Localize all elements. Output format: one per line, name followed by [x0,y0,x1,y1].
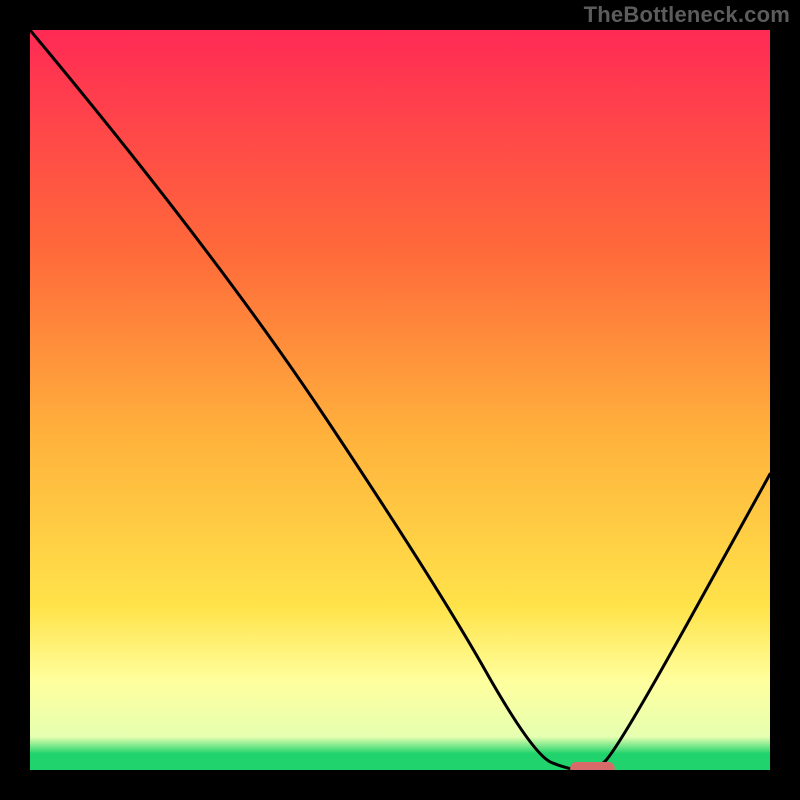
chart-frame: TheBottleneck.com [0,0,800,800]
gradient-background [30,30,770,770]
optimum-marker [570,762,614,770]
bottleneck-chart [30,30,770,770]
green-baseline [30,759,770,770]
attribution-text: TheBottleneck.com [584,2,790,28]
